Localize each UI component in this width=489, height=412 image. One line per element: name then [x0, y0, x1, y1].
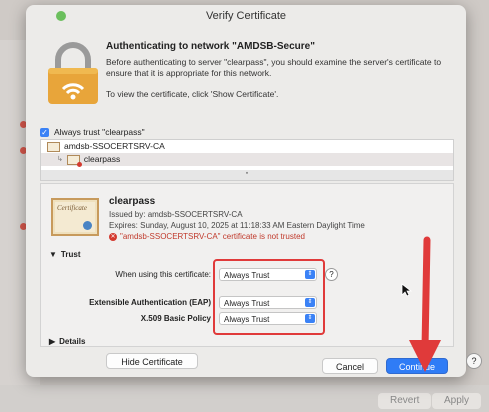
- certificate-icon: [47, 141, 60, 152]
- error-icon: ✕: [109, 232, 117, 241]
- details-section-label: Details: [59, 337, 86, 346]
- disclosure-collapsed-icon: ▶: [49, 337, 56, 346]
- split-view-divider[interactable]: ▪: [41, 170, 453, 180]
- apply-button[interactable]: Apply: [432, 393, 482, 409]
- trust-row-label: X.509 Basic Policy: [140, 314, 211, 323]
- details-disclosure[interactable]: ▶ Details: [49, 337, 85, 346]
- chain-item-root[interactable]: amdsb-SSOCERTSRV-CA: [41, 140, 453, 153]
- certificate-seal-icon: [83, 221, 92, 230]
- chain-item-leaf[interactable]: ↳ clearpass: [41, 153, 453, 167]
- certificate-chain-list: amdsb-SSOCERTSRV-CA ↳ clearpass ▪: [40, 139, 454, 181]
- annotation-highlight-box: [213, 259, 325, 335]
- help-button[interactable]: ?: [466, 353, 482, 369]
- certificate-badge-title: Certificate: [57, 204, 87, 212]
- certificate-issuer: Issued by: amdsb-SSOCERTSRV-CA: [109, 210, 243, 219]
- certificate-detail-panel: Certificate clearpass Issued by: amdsb-S…: [40, 183, 454, 347]
- dialog-heading: Authenticating to network "AMDSB-Secure": [106, 41, 315, 52]
- dialog-description: Before authenticating to server "clearpa…: [106, 57, 442, 78]
- window-title: Verify Certificate: [205, 10, 287, 22]
- chain-item-label: amdsb-SSOCERTSRV-CA: [64, 141, 165, 151]
- annotation-arrow-icon: [409, 236, 441, 372]
- verify-certificate-dialog: Verify Certificate Authenticating to net…: [26, 5, 466, 377]
- hide-certificate-button[interactable]: Hide Certificate: [106, 353, 198, 369]
- untrusted-certificate-icon: [66, 154, 82, 167]
- zoom-window-button[interactable]: [56, 11, 66, 21]
- tree-branch-icon: ↳: [57, 156, 63, 163]
- trust-row-label: When using this certificate:: [115, 270, 211, 279]
- always-trust-label: Always trust "clearpass": [54, 127, 145, 137]
- trust-section-label: Trust: [60, 250, 81, 259]
- certificate-badge-icon: Certificate: [51, 198, 99, 236]
- certificate-warning-text: "amdsb-SSOCERTSRV-CA" certificate is not…: [120, 232, 306, 241]
- mouse-pointer-icon: [401, 283, 413, 297]
- cancel-button[interactable]: Cancel: [322, 358, 378, 374]
- trust-disclosure[interactable]: ▼ Trust: [49, 250, 80, 259]
- certificate-warning: ✕ "amdsb-SSOCERTSRV-CA" certificate is n…: [109, 232, 305, 241]
- chain-item-label: clearpass: [83, 154, 121, 164]
- revert-button[interactable]: Revert: [378, 393, 432, 409]
- trust-row-label: Extensible Authentication (EAP): [89, 298, 211, 307]
- disclosure-expanded-icon: ▼: [49, 250, 57, 259]
- trust-help-button[interactable]: ?: [325, 268, 338, 281]
- lock-wifi-icon: [48, 42, 98, 104]
- title-bar: Verify Certificate: [26, 5, 466, 27]
- certificate-name: clearpass: [109, 196, 156, 207]
- always-trust-row[interactable]: ✓ Always trust "clearpass": [40, 127, 145, 137]
- always-trust-checkbox[interactable]: ✓: [40, 127, 49, 137]
- dialog-hint: To view the certificate, click 'Show Cer…: [106, 89, 279, 99]
- certificate-expiry: Expires: Sunday, August 10, 2025 at 11:1…: [109, 221, 365, 230]
